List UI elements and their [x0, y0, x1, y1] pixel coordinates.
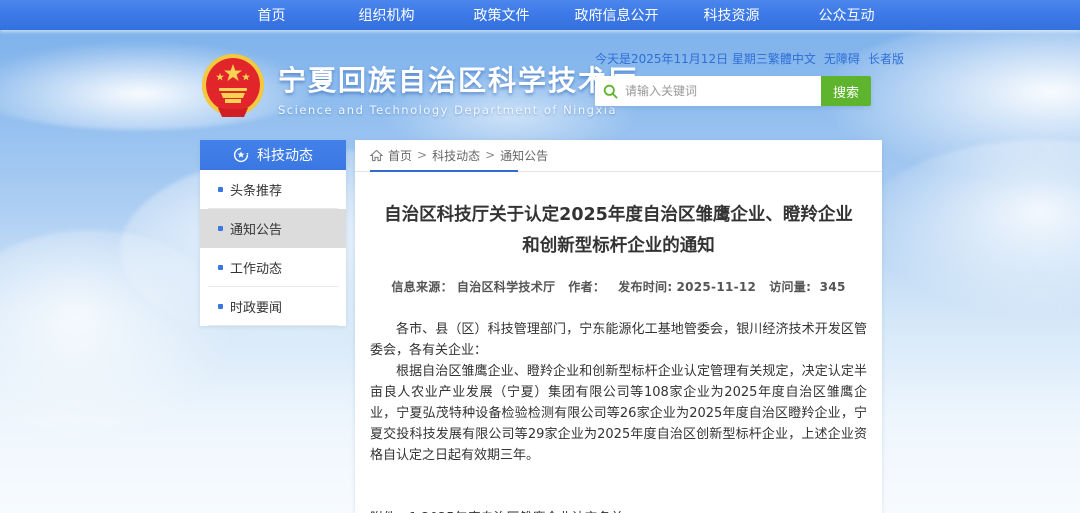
- attachments-section: 附件： 1.2025年度自治区雏鹰企业认定名单 2.2025年度自治区瞪羚企业认…: [370, 508, 867, 513]
- header-utility-area: 今天是2025年11月12日 星期三 繁體中文 无障碍 长者版 搜索: [595, 50, 871, 106]
- home-icon: [370, 149, 383, 162]
- search-icon: [603, 84, 618, 99]
- breadcrumb-divider: [355, 170, 882, 172]
- search-input[interactable]: [625, 84, 813, 98]
- nav-item-organization[interactable]: 组织机构: [329, 5, 444, 25]
- sidebar-item-political-news[interactable]: 时政要闻: [200, 287, 346, 326]
- search-button[interactable]: 搜索: [821, 76, 871, 106]
- sidebar-item-notices[interactable]: 通知公告: [200, 209, 346, 248]
- article-meta: 信息来源： 自治区科学技术厅 作者： 发布时间: 2025-11-12 访问量: 3…: [370, 278, 867, 295]
- meta-author-label: 作者：: [568, 280, 605, 294]
- nav-item-public-interaction[interactable]: 公众互动: [789, 5, 904, 25]
- sidebar-item-headlines[interactable]: 头条推荐: [200, 170, 346, 209]
- meta-source-label: 信息来源：: [391, 280, 453, 294]
- national-emblem-logo: [200, 52, 266, 124]
- meta-visits-label: 访问量:: [769, 280, 811, 294]
- top-navigation: 首页 组织机构 政策文件 政府信息公开 科技资源 公众互动: [0, 0, 1080, 30]
- site-header: 宁夏回族自治区科学技术厅 Science and Technology Depa…: [200, 52, 638, 124]
- link-traditional-chinese[interactable]: 繁體中文: [768, 50, 816, 67]
- nav-item-policy-documents[interactable]: 政策文件: [444, 5, 559, 25]
- site-title: 宁夏回族自治区科学技术厅 Science and Technology Depa…: [278, 52, 638, 116]
- bullet-icon: [218, 265, 223, 270]
- meta-visits: 345: [820, 280, 846, 294]
- sidebar-header: 科技动态: [200, 140, 346, 170]
- breadcrumb-home[interactable]: 首页: [388, 147, 412, 164]
- sidebar-item-work-updates[interactable]: 工作动态: [200, 248, 346, 287]
- meta-source: 自治区科学技术厅: [457, 280, 555, 294]
- breadcrumb: 首页 > 科技动态 > 通知公告: [370, 140, 867, 170]
- link-accessibility[interactable]: 无障碍: [824, 50, 860, 67]
- bullet-icon: [218, 226, 223, 231]
- sidebar: 科技动态 头条推荐 通知公告 工作动态 时政要闻: [200, 140, 346, 326]
- site-subtitle: Science and Technology Department of Nin…: [278, 104, 638, 117]
- sidebar-title: 科技动态: [257, 145, 313, 165]
- nav-item-government-info[interactable]: 政府信息公开: [559, 5, 674, 25]
- nav-item-tech-resources[interactable]: 科技资源: [674, 5, 789, 25]
- article-paragraph: 根据自治区雏鹰企业、瞪羚企业和创新型标杆企业认定管理有关规定，决定认定半亩良人农…: [370, 361, 867, 466]
- meta-publish-date: 2025-11-12: [676, 280, 756, 294]
- nav-item-home[interactable]: 首页: [214, 5, 329, 25]
- star-circle-icon: [233, 147, 249, 163]
- bullet-icon: [218, 304, 223, 309]
- meta-publish-label: 发布时间:: [618, 280, 672, 294]
- breadcrumb-tech-news[interactable]: 科技动态: [432, 147, 480, 164]
- attachments-label: 附件：: [370, 508, 409, 513]
- article-paragraph: 各市、县（区）科技管理部门，宁东能源化工基地管委会，银川经济技术开发区管委会，各…: [370, 319, 867, 361]
- article-body: 各市、县（区）科技管理部门，宁东能源化工基地管委会，银川经济技术开发区管委会，各…: [370, 319, 867, 466]
- search-box: [595, 76, 821, 106]
- cloud-decoration: [860, 140, 1080, 320]
- article-title: 自治区科技厅关于认定2025年度自治区雏鹰企业、瞪羚企业和创新型标杆企业的通知: [384, 200, 854, 261]
- main-content-panel: 首页 > 科技动态 > 通知公告 自治区科技厅关于认定2025年度自治区雏鹰企业…: [355, 140, 882, 513]
- bullet-icon: [218, 187, 223, 192]
- current-date: 今天是2025年11月12日 星期三: [595, 50, 768, 67]
- link-elderly-version[interactable]: 长者版: [868, 50, 904, 67]
- attachment-link-1[interactable]: 1.2025年度自治区雏鹰企业认定名单: [409, 508, 663, 513]
- breadcrumb-notices[interactable]: 通知公告: [500, 147, 548, 164]
